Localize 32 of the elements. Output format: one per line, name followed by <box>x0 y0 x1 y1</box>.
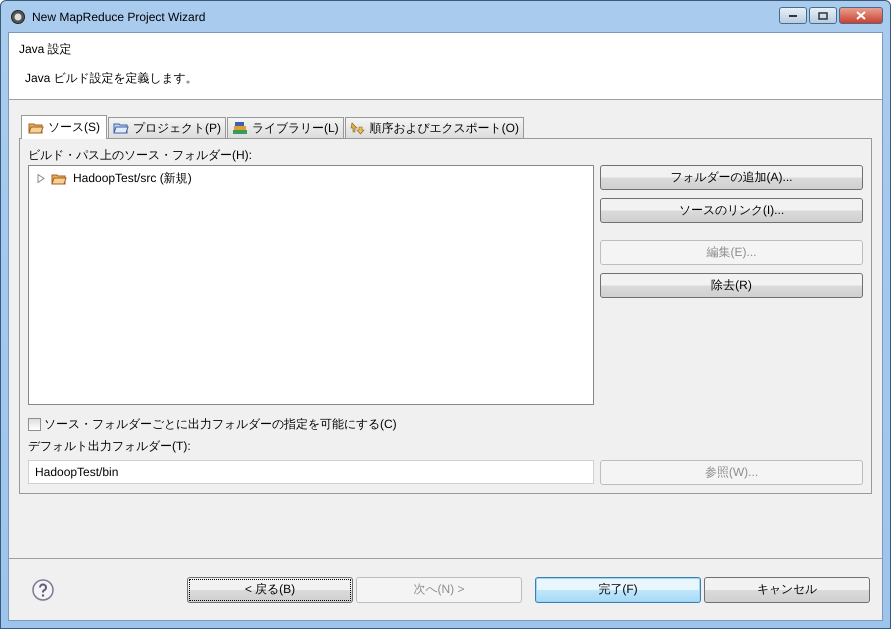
action-button[interactable]: 除去(R) <box>600 273 863 298</box>
close-button[interactable] <box>839 7 883 24</box>
maximize-button[interactable] <box>809 7 837 24</box>
maximize-icon <box>818 12 828 20</box>
action-button[interactable]: ソースのリンク(I)... <box>600 198 863 223</box>
minimize-button[interactable] <box>779 7 807 24</box>
folder-icon <box>51 172 67 186</box>
output-folder-field[interactable]: HadoopTest/bin <box>28 460 594 484</box>
minimize-icon <box>789 14 797 17</box>
help-icon[interactable] <box>32 578 54 600</box>
checkbox-label: ソース・フォルダーごとに出力フォルダーの指定を可能にする(C) <box>44 416 397 432</box>
tab[interactable]: ライブラリー(L) <box>227 117 344 138</box>
wizard-button[interactable]: < 戻る(B) <box>187 576 353 602</box>
tab[interactable]: ソース(S) <box>21 115 107 139</box>
action-button[interactable]: フォルダーの追加(A)... <box>600 165 863 190</box>
output-folder-label: デフォルト出力フォルダー(T): <box>28 438 192 455</box>
wizard-button[interactable]: 完了(F) <box>535 576 701 602</box>
checkbox[interactable] <box>28 418 41 430</box>
wizard-button[interactable]: キャンセル <box>704 576 870 602</box>
arrows-icon <box>350 121 366 135</box>
tab[interactable]: プロジェクト(P) <box>108 117 226 138</box>
close-icon <box>856 11 866 20</box>
page-title: Java 設定 <box>19 41 73 58</box>
window-title: New MapReduce Project Wizard <box>32 10 206 24</box>
tab[interactable]: 順序およびエクスポート(O) <box>344 117 524 138</box>
source-folders-label: ビルド・パス上のソース・フォルダー(H): <box>28 147 253 164</box>
page-description: Java ビルド設定を定義します。 <box>24 70 199 87</box>
folder-icon <box>28 120 44 134</box>
folder-icon <box>113 121 129 135</box>
tree-item[interactable]: HadoopTest/src (新規) <box>73 170 192 187</box>
books-icon <box>232 121 248 135</box>
expand-icon[interactable] <box>37 174 45 183</box>
